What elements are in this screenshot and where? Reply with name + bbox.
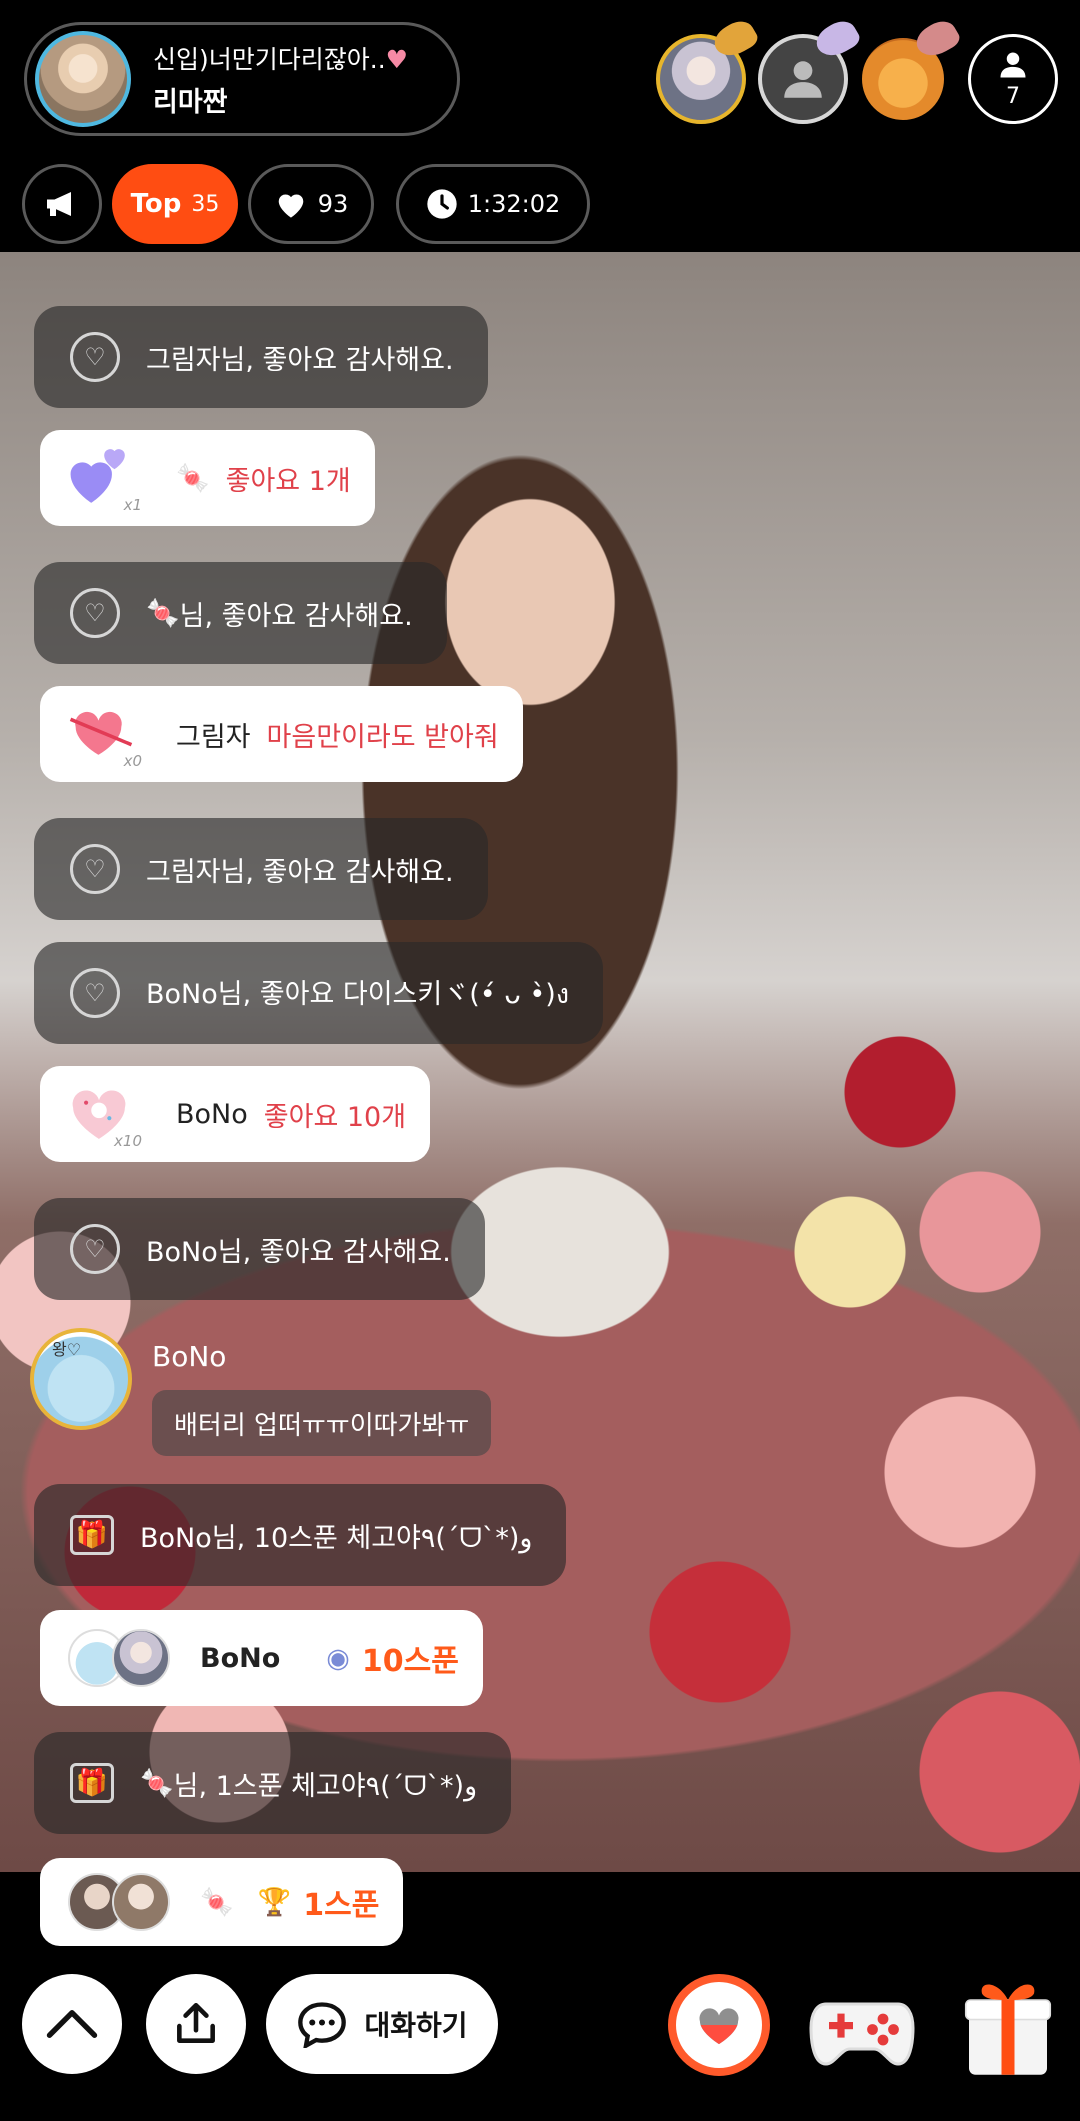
person-icon xyxy=(784,61,822,98)
spoon-card: BoNo ◉ 10스푼 xyxy=(40,1610,483,1706)
message-text: BoNo님, 좋아요 다이스키ヾ(•́ ᴗ •̀)ง xyxy=(146,978,570,1010)
elapsed-time: 1:32:02 xyxy=(467,190,561,218)
share-button[interactable] xyxy=(146,1974,246,2074)
spoon-amount: 1스푼 xyxy=(303,1888,380,1923)
item-qty: x10 xyxy=(114,1132,142,1150)
top-viewer-avatar-1[interactable] xyxy=(656,15,761,124)
avatar[interactable]: 왕♡ xyxy=(30,1328,132,1430)
avatar-tag: 왕♡ xyxy=(52,1340,82,1359)
sender-name[interactable]: BoNo xyxy=(152,1340,226,1373)
like-label: 마음만이라도 받아줘 xyxy=(266,721,499,753)
chevron-up-icon xyxy=(46,2010,98,2038)
like-card: x1 🍬 좋아요 1개 xyxy=(40,430,375,526)
sender-name: BoNo xyxy=(176,1098,248,1130)
chat-bubble: 배터리 업떠ㅠㅠ이따가봐ㅠ xyxy=(152,1390,492,1456)
system-message: ♡ BoNo님, 좋아요 다이스키ヾ(•́ ᴗ •̀)ง xyxy=(34,942,604,1044)
gamepad-icon xyxy=(809,2002,915,2066)
viewer-count: 7 xyxy=(1006,83,1020,109)
top-viewer-avatar-3[interactable] xyxy=(858,15,963,124)
gift-icon: 🎁 xyxy=(70,1515,114,1555)
top-rank: 35 xyxy=(191,191,220,217)
gift-icon: 🎁 xyxy=(70,1763,114,1803)
host-avatar[interactable] xyxy=(35,31,131,127)
sender-avatars xyxy=(68,1873,170,1931)
elapsed-time-chip: 1:32:02 xyxy=(396,164,590,244)
system-message: ♡ 🍬 님, 좋아요 감사해요. xyxy=(34,562,447,664)
top-label: Top xyxy=(130,189,182,219)
message-text: BoNo님, 좋아요 감사해요. xyxy=(146,1236,451,1268)
scroll-up-button[interactable] xyxy=(22,1974,122,2074)
gift-system-message: 🎁 🍬 님, 1스푼 체고야٩(ˊᗜˋ*)و xyxy=(34,1732,512,1834)
message-text: 그림자님, 좋아요 감사해요. xyxy=(146,344,454,376)
sender-name: BoNo xyxy=(200,1642,281,1674)
like-count: 93 xyxy=(317,190,349,218)
like-label: 좋아요 10개 xyxy=(263,1101,407,1133)
system-message: ♡ BoNo님, 좋아요 감사해요. xyxy=(34,1198,485,1300)
system-message: ♡ 그림자님, 좋아요 감사해요. xyxy=(34,818,488,920)
like-thanks-icon: ♡ xyxy=(70,588,120,638)
item-qty: x1 xyxy=(123,496,142,514)
spoon-card: 🍬 🏆 1스푼 xyxy=(40,1858,404,1946)
cupid-heart-icon: x0 xyxy=(68,704,142,770)
announcement-button[interactable] xyxy=(22,164,102,244)
host-profile[interactable]: 신입)너만기다리잖아..♥ 리마짠 xyxy=(24,22,460,136)
stream-title: 신입)너만기다리잖아..♥ xyxy=(153,44,409,74)
gift-icon xyxy=(964,1984,1052,2075)
person-icon xyxy=(1000,52,1026,77)
like-thanks-icon: ♡ xyxy=(70,332,120,382)
like-count-chip[interactable]: 93 xyxy=(248,164,374,244)
message-text: 그림자님, 좋아요 감사해요. xyxy=(146,856,454,888)
bottom-toolbar: 대화하기 xyxy=(0,1960,1080,2090)
gift-system-message: 🎁 BoNo님, 10스푼 체고야٩(ˊᗜˋ*)و xyxy=(34,1484,567,1586)
like-label: 좋아요 1개 xyxy=(225,465,351,497)
like-card: x0 그림자 마음만이라도 받아줘 xyxy=(40,686,523,782)
sender-name: 그림자 xyxy=(176,721,251,753)
wing-badge-icon xyxy=(709,15,761,63)
heart-icon: ♥ xyxy=(385,44,409,74)
spoon-icon: ◉ xyxy=(326,1642,350,1674)
game-button[interactable] xyxy=(808,1980,916,2070)
top-viewer-avatar-2[interactable] xyxy=(758,15,863,124)
candy-icon: 🍬 xyxy=(146,598,180,629)
heart-icon xyxy=(278,194,303,218)
message-text: BoNo님, 10스푼 체고야٩(ˊᗜˋ*)و xyxy=(140,1522,533,1554)
candy-icon: 🍬 xyxy=(140,1768,174,1799)
sender-avatars xyxy=(68,1629,170,1687)
item-qty: x0 xyxy=(123,752,142,770)
like-thanks-icon: ♡ xyxy=(70,968,120,1018)
megaphone-icon xyxy=(47,192,71,216)
like-card: x10 BoNo 좋아요 10개 xyxy=(40,1066,431,1162)
spoon-trophy-icon: 🏆 xyxy=(257,1887,292,1918)
top-ranking-button[interactable]: Top 35 xyxy=(112,164,238,244)
open-chat-button[interactable]: 대화하기 xyxy=(266,1974,498,2074)
heart-icon xyxy=(699,2008,739,2045)
system-message: ♡ 그림자님, 좋아요 감사해요. xyxy=(34,306,488,408)
candy-icon: 🍬 xyxy=(176,463,210,494)
message-text: 님, 1스푼 체고야٩(ˊᗜˋ*)و xyxy=(173,1770,478,1802)
gift-button[interactable] xyxy=(958,1974,1058,2078)
speech-bubble-icon xyxy=(298,2002,347,2048)
share-icon xyxy=(177,2002,215,2043)
message-text: 님, 좋아요 감사해요. xyxy=(179,600,413,632)
stream-header: 신입)너만기다리잖아..♥ 리마짠 7 Top 35 93 1:32:02 xyxy=(0,0,1080,252)
purple-hearts-icon: x1 xyxy=(68,448,142,514)
like-button[interactable] xyxy=(668,1974,770,2076)
like-thanks-icon: ♡ xyxy=(70,1224,120,1274)
host-name: 리마짠 xyxy=(153,86,228,118)
host-info: 신입)너만기다리잖아..♥ 리마짠 xyxy=(153,40,408,119)
like-thanks-icon: ♡ xyxy=(70,844,120,894)
chat-button-label: 대화하기 xyxy=(364,2009,468,2042)
donut-heart-icon: x10 xyxy=(68,1084,142,1150)
message-text: 배터리 업떠ㅠㅠ이따가봐ㅠ xyxy=(174,1410,470,1441)
viewer-count-button[interactable]: 7 xyxy=(968,34,1058,124)
wing-badge-icon xyxy=(911,15,963,63)
candy-icon: 🍬 xyxy=(200,1887,234,1918)
clock-icon xyxy=(427,189,457,219)
spoon-amount: 10스푼 xyxy=(361,1644,459,1679)
